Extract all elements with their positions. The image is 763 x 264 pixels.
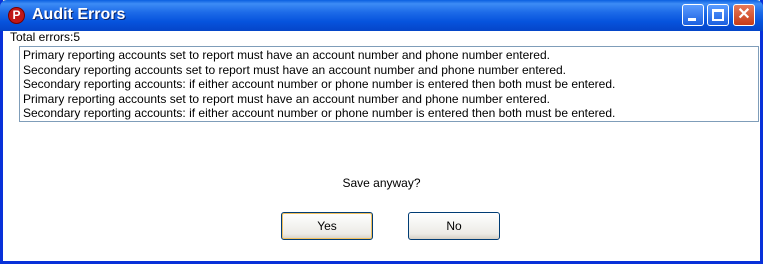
no-button[interactable]: No [408,212,500,240]
close-icon: ✕ [737,6,751,23]
audit-errors-dialog: P Audit Errors ✕ Total errors:5 Primary … [0,0,763,264]
error-list[interactable]: Primary reporting accounts set to report… [19,46,759,122]
title-bar[interactable]: P Audit Errors ✕ [0,0,763,31]
close-button[interactable]: ✕ [733,4,755,26]
error-item: Primary reporting accounts set to report… [23,48,550,62]
minimize-icon [688,18,696,21]
yes-button[interactable]: Yes [281,212,373,240]
error-item: Secondary reporting accounts set to repo… [23,62,566,77]
maximize-icon [712,9,724,21]
error-item: Secondary reporting accounts: if either … [23,77,616,91]
error-item: Primary reporting accounts set to report… [23,91,550,106]
app-icon-letter: P [12,8,21,22]
maximize-button[interactable] [707,4,729,26]
window-title: Audit Errors [32,6,126,23]
app-logo-icon: P [8,7,25,24]
error-item: Secondary reporting accounts: if either … [23,106,616,120]
minimize-button[interactable] [682,4,704,26]
save-anyway-prompt: Save anyway? [342,176,421,190]
total-errors-label: Total errors:5 [10,30,81,44]
